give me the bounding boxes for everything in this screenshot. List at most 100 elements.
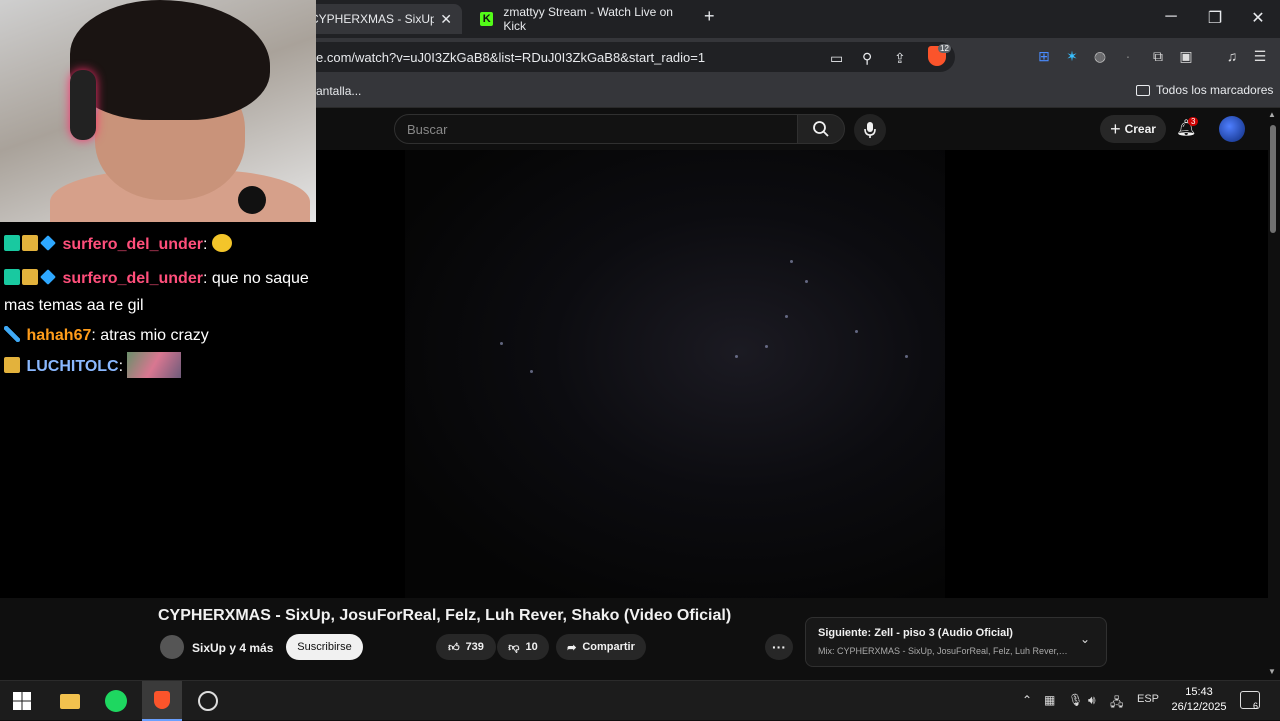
- channel-avatar[interactable]: [160, 635, 184, 659]
- chat-text: mas temas aa re gil: [4, 297, 144, 314]
- user-avatar[interactable]: [1219, 116, 1245, 142]
- badge-icon: [4, 357, 20, 373]
- video-title: CYPHERXMAS - SixUp, JosuForReal, Felz, L…: [158, 607, 732, 624]
- chevron-up-icon[interactable]: ⌃: [1022, 693, 1032, 707]
- video-detail: [735, 355, 738, 358]
- badge-icon: [4, 235, 20, 251]
- streamer-webcam: [0, 0, 316, 222]
- video-detail: [855, 330, 858, 333]
- music-icon[interactable]: ♫: [1222, 48, 1242, 64]
- sidebar-icon[interactable]: ▣: [1176, 48, 1196, 65]
- microphone-icon: [864, 122, 876, 138]
- like-button[interactable]: 👍︎ 739: [436, 634, 496, 660]
- tab-kick[interactable]: K zmattyy Stream - Watch Live on Kick: [470, 4, 700, 34]
- microphone-icon[interactable]: 🎙︎: [1068, 693, 1083, 707]
- more-options-icon[interactable]: ···: [765, 634, 793, 660]
- language-indicator[interactable]: ESP: [1137, 693, 1159, 705]
- video-frame[interactable]: [405, 150, 945, 598]
- webcam-person: [70, 0, 270, 120]
- plus-icon: +: [1110, 118, 1121, 139]
- extension-icon[interactable]: ◍: [1090, 48, 1110, 65]
- sword-badge-icon: [4, 326, 20, 342]
- video-detail: [500, 342, 503, 345]
- up-next-panel[interactable]: Siguiente: Zell - piso 3 (Audio Oficial)…: [805, 617, 1107, 667]
- video-detail: [530, 370, 533, 373]
- brave-badge: 12: [938, 44, 951, 53]
- minimize-icon[interactable]: ─: [1156, 8, 1186, 26]
- emote-icon: [211, 234, 232, 252]
- tab-youtube[interactable]: CYPHERXMAS - SixUp, Josu ✕: [300, 4, 462, 34]
- cast-icon[interactable]: ▭: [830, 50, 843, 67]
- chat-username: LUCHITOLC: [26, 358, 119, 375]
- obs-button[interactable]: [196, 689, 220, 713]
- chat-username: surfero_del_under: [62, 270, 203, 287]
- up-next-title: Siguiente: Zell - piso 3 (Audio Oficial): [818, 627, 1013, 639]
- video-detail: [785, 315, 788, 318]
- clock-date: 26/12/2025: [1171, 701, 1227, 713]
- chat-text: atras mio crazy: [100, 327, 209, 344]
- windows-taskbar: ⌃ ▦ 🎙︎ 🔊︎ 🖧︎ ESP 15:43 26/12/2025 6: [0, 680, 1280, 721]
- search-placeholder: Buscar: [407, 121, 448, 137]
- badge-icon: [22, 235, 38, 251]
- volume-icon[interactable]: 🔊︎: [1088, 693, 1096, 708]
- channel-name[interactable]: SixUp y 4 más: [192, 641, 273, 655]
- brave-taskbar-button[interactable]: [142, 681, 182, 721]
- badge-icon: [4, 269, 20, 285]
- tray-app-icon[interactable]: ▦: [1044, 693, 1055, 707]
- search-input[interactable]: Buscar: [394, 114, 798, 144]
- notification-badge: 3: [1188, 117, 1199, 126]
- start-button[interactable]: [10, 689, 34, 713]
- chat-message: LUCHITOLC:: [4, 352, 182, 380]
- translate-icon[interactable]: ⊞: [1034, 48, 1054, 65]
- tab-title: zmattyy Stream - Watch Live on Kick: [503, 5, 673, 33]
- chat-username: surfero_del_under: [62, 236, 203, 253]
- video-detail: [765, 345, 768, 348]
- video-detail: [805, 280, 808, 283]
- bookmark-item[interactable]: antalla...: [316, 84, 361, 98]
- puzzle-icon[interactable]: ⧉: [1148, 48, 1168, 65]
- obs-icon: [198, 691, 218, 711]
- network-icon[interactable]: 🖧︎: [1110, 693, 1123, 714]
- like-count: 739: [465, 641, 484, 653]
- extension-icon[interactable]: ·: [1118, 48, 1138, 64]
- share-label: Compartir: [582, 641, 635, 653]
- menu-icon[interactable]: ☰: [1250, 48, 1270, 65]
- file-explorer-button[interactable]: [58, 689, 82, 713]
- create-button[interactable]: + Crear: [1100, 115, 1166, 143]
- kick-logo-icon: K: [480, 12, 494, 26]
- new-tab-icon[interactable]: +: [704, 6, 715, 27]
- extension-icon[interactable]: ✶: [1062, 48, 1082, 65]
- clock-time: 15:43: [1185, 686, 1213, 698]
- zoom-icon[interactable]: ⚲: [862, 50, 872, 67]
- share-arrow-icon: ➦: [567, 641, 577, 654]
- windows-logo-icon: [13, 692, 31, 710]
- folder-icon: [60, 693, 80, 709]
- close-tab-icon[interactable]: ✕: [440, 11, 452, 28]
- restore-icon[interactable]: ❐: [1200, 8, 1230, 28]
- share-button[interactable]: ➦ Compartir: [556, 634, 646, 660]
- scrollbar-thumb[interactable]: [1270, 125, 1276, 233]
- chat-message: surfero_del_under: que no saque mas tema…: [4, 269, 309, 314]
- scroll-down-icon[interactable]: ▼: [1268, 667, 1276, 676]
- share-icon[interactable]: ⇪: [894, 50, 906, 67]
- chat-username: hahah67: [26, 327, 92, 344]
- up-next-subtitle: Mix: CYPHERXMAS - SixUp, JosuForReal, Fe…: [818, 646, 1068, 656]
- emote-image: [127, 352, 182, 378]
- scroll-up-icon[interactable]: ▲: [1268, 110, 1276, 119]
- all-bookmarks-button[interactable]: Todos los marcadores: [1136, 83, 1273, 97]
- url-text: e.com/watch?v=uJ0I3ZkGaB8&list=RDuJ0I3Zk…: [316, 49, 706, 65]
- spotify-button[interactable]: [104, 689, 128, 713]
- url-field[interactable]: e.com/watch?v=uJ0I3ZkGaB8&list=RDuJ0I3Zk…: [300, 42, 955, 72]
- all-bookmarks-label: Todos los marcadores: [1156, 83, 1274, 97]
- dislike-button[interactable]: 👎︎ 10: [497, 634, 549, 660]
- spotify-icon: [105, 690, 127, 712]
- system-clock[interactable]: 15:43 26/12/2025: [1166, 685, 1232, 715]
- search-icon: [813, 121, 829, 137]
- voice-search-button[interactable]: [854, 114, 886, 146]
- close-window-icon[interactable]: ✕: [1243, 8, 1273, 28]
- subscribe-button[interactable]: Suscribirse: [286, 634, 363, 660]
- search-button[interactable]: [797, 114, 845, 144]
- dislike-count: 10: [525, 641, 538, 653]
- thumbs-up-icon: 👍︎: [448, 641, 460, 654]
- chevron-down-icon[interactable]: ⌄: [1080, 632, 1090, 646]
